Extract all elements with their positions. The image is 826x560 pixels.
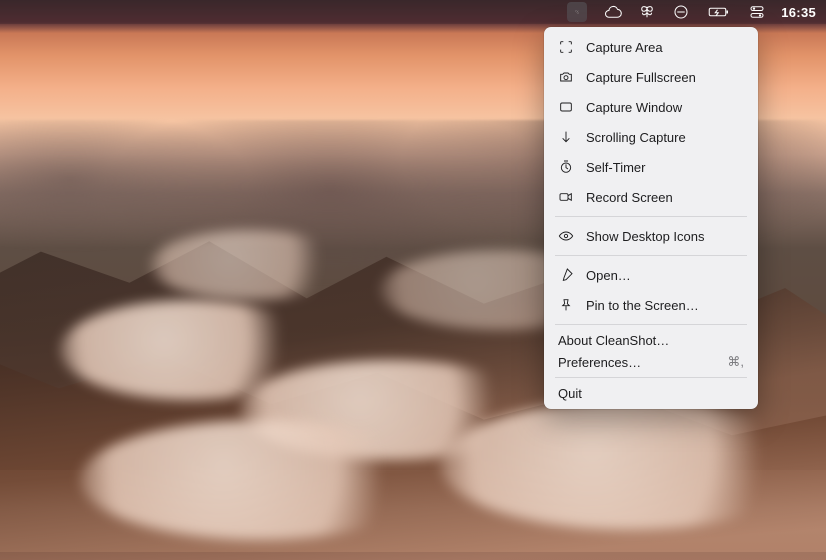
menu-item-label: Scrolling Capture [586, 130, 686, 145]
camera-icon [558, 69, 574, 85]
menubar-do-not-disturb-icon[interactable] [671, 2, 691, 22]
menu-capture-window[interactable]: Capture Window [544, 92, 758, 122]
menu-quit[interactable]: Quit [544, 382, 758, 404]
menu-item-label: Preferences… [558, 355, 641, 370]
menu-item-label: Self-Timer [586, 160, 645, 175]
menu-item-label: Record Screen [586, 190, 673, 205]
menu-shortcut: ⌘, [727, 354, 744, 370]
menu-separator [555, 255, 747, 256]
capture-area-icon [558, 39, 574, 55]
menubar-control-center-icon[interactable] [747, 2, 767, 22]
pin-icon [558, 297, 574, 313]
menu-record-screen[interactable]: Record Screen [544, 182, 758, 212]
menu-item-label: Open… [586, 268, 631, 283]
menubar-cloud-icon[interactable] [603, 2, 623, 22]
menu-separator [555, 216, 747, 217]
menubar-butterfly-icon[interactable] [637, 2, 657, 22]
menu-capture-area[interactable]: Capture Area [544, 32, 758, 62]
menu-item-label: About CleanShot… [558, 333, 669, 348]
wallpaper-cloud [150, 230, 350, 300]
wallpaper-cloud [80, 420, 440, 540]
menu-open[interactable]: Open… [544, 260, 758, 290]
menubar-clock[interactable]: 16:35 [781, 5, 816, 20]
video-icon [558, 189, 574, 205]
eye-icon [558, 228, 574, 244]
timer-icon [558, 159, 574, 175]
cleanshot-menu: Capture Area Capture Fullscreen Capture … [544, 27, 758, 409]
menubar: 16:35 [0, 0, 826, 24]
menu-capture-fullscreen[interactable]: Capture Fullscreen [544, 62, 758, 92]
menu-self-timer[interactable]: Self-Timer [544, 152, 758, 182]
menubar-battery-charging-icon[interactable] [705, 2, 733, 22]
menu-pin-to-screen[interactable]: Pin to the Screen… [544, 290, 758, 320]
menu-about[interactable]: About CleanShot… [544, 329, 758, 351]
menu-preferences[interactable]: Preferences… ⌘, [544, 351, 758, 373]
open-icon [558, 267, 574, 283]
menu-show-desktop-icons[interactable]: Show Desktop Icons [544, 221, 758, 251]
menu-item-label: Quit [558, 386, 582, 401]
menu-separator [555, 324, 747, 325]
window-icon [558, 99, 574, 115]
menu-item-label: Show Desktop Icons [586, 229, 705, 244]
menu-item-label: Capture Window [586, 100, 682, 115]
menu-item-label: Capture Area [586, 40, 663, 55]
wallpaper-cloud [440, 400, 820, 530]
menu-scrolling-capture[interactable]: Scrolling Capture [544, 122, 758, 152]
menu-item-label: Pin to the Screen… [586, 298, 699, 313]
menu-separator [555, 377, 747, 378]
menubar-cleanshot-icon[interactable] [567, 2, 587, 22]
scroll-down-icon [558, 129, 574, 145]
menu-item-label: Capture Fullscreen [586, 70, 696, 85]
